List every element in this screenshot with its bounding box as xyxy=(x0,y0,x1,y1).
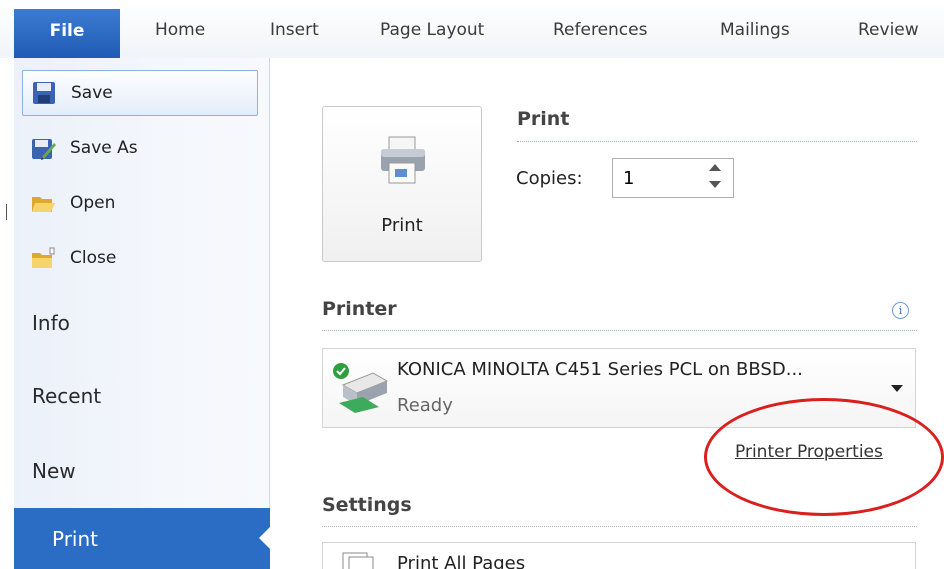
printer-name: KONICA MINOLTA C451 Series PCL on BBSD..… xyxy=(397,359,803,380)
selected-notch xyxy=(259,526,271,550)
save-label: Save xyxy=(71,83,113,103)
print-section-divider xyxy=(517,141,917,142)
printer-section-divider xyxy=(322,330,917,331)
printer-status: Ready xyxy=(397,395,453,416)
ribbon-tab-bar: File Home Insert Page Layout References … xyxy=(0,0,944,58)
print-section-title: Print xyxy=(517,108,570,130)
print-button[interactable]: Print xyxy=(322,106,482,262)
print-range-label: Print All Pages xyxy=(397,553,526,569)
dropdown-arrow-icon[interactable] xyxy=(891,385,903,392)
print-range-dropdown[interactable]: Print All Pages xyxy=(322,542,916,569)
window-edge-marker xyxy=(6,204,7,220)
open-folder-icon xyxy=(30,190,56,216)
nav-tab-info[interactable]: Info xyxy=(32,311,70,335)
open-label: Open xyxy=(70,193,116,213)
settings-section-title: Settings xyxy=(322,494,412,516)
highlight-annotation xyxy=(704,398,944,516)
close-command[interactable]: Close xyxy=(22,235,258,281)
close-label: Close xyxy=(70,248,117,268)
pages-icon xyxy=(341,551,377,569)
copies-value: 1 xyxy=(623,168,635,189)
tab-file[interactable]: File xyxy=(14,9,120,58)
settings-section-divider xyxy=(322,526,917,527)
copies-label: Copies: xyxy=(516,168,583,189)
nav-tab-print[interactable]: Print xyxy=(14,508,271,569)
save-as-icon xyxy=(30,135,56,161)
copies-spin-buttons[interactable] xyxy=(709,164,721,194)
tab-review[interactable]: Review xyxy=(858,20,919,40)
decrement-arrow-icon[interactable] xyxy=(709,181,721,188)
copies-stepper[interactable]: 1 xyxy=(612,158,734,198)
close-folder-icon xyxy=(30,245,56,271)
nav-edge xyxy=(0,58,14,569)
printer-section-title: Printer xyxy=(322,298,397,320)
tab-page-layout[interactable]: Page Layout xyxy=(380,20,484,40)
tab-references[interactable]: References xyxy=(553,20,647,40)
save-command[interactable]: Save xyxy=(22,70,258,116)
nav-tab-recent[interactable]: Recent xyxy=(32,384,101,408)
save-as-command[interactable]: Save As xyxy=(22,125,258,171)
save-icon xyxy=(31,80,57,106)
nav-tab-print-label: Print xyxy=(52,526,99,551)
tab-home[interactable]: Home xyxy=(155,20,205,40)
save-as-label: Save As xyxy=(70,138,138,158)
tab-insert[interactable]: Insert xyxy=(270,20,319,40)
print-button-label: Print xyxy=(381,215,423,236)
tab-mailings[interactable]: Mailings xyxy=(720,20,790,40)
printer-icon xyxy=(375,133,431,189)
info-icon[interactable]: i xyxy=(892,302,909,319)
printer-ready-icon xyxy=(329,359,391,421)
nav-tab-new[interactable]: New xyxy=(32,459,76,483)
open-command[interactable]: Open xyxy=(22,180,258,226)
increment-arrow-icon[interactable] xyxy=(709,164,721,171)
